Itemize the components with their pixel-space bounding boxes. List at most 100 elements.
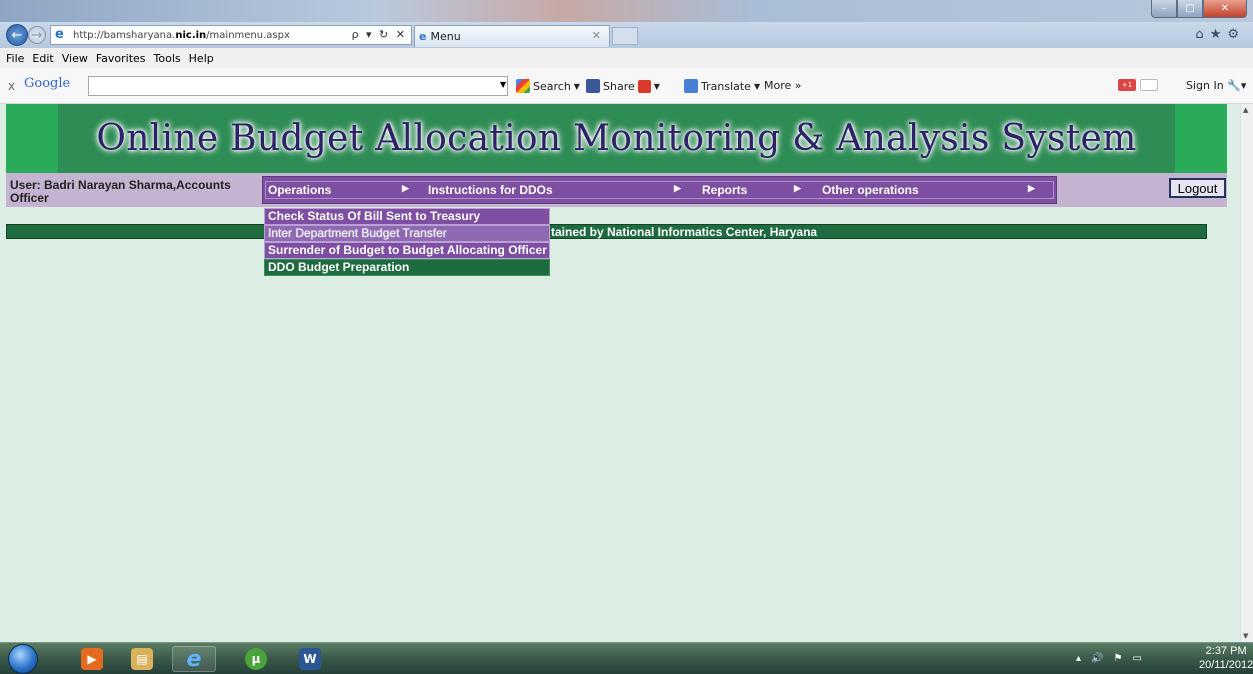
window-title-bar: – □ ✕ bbox=[0, 0, 1253, 22]
taskbar-word[interactable]: W bbox=[288, 646, 332, 672]
nav-reports[interactable]: Reports bbox=[702, 183, 747, 197]
page-content: Online Budget Allocation Monitoring & An… bbox=[0, 104, 1240, 642]
ie-page-icon: e bbox=[55, 27, 64, 42]
logout-button[interactable]: Logout bbox=[1169, 178, 1226, 198]
clock-date: 20/11/2012 bbox=[1199, 659, 1253, 671]
menu-help[interactable]: Help bbox=[189, 52, 214, 65]
forward-button[interactable]: → bbox=[28, 26, 46, 44]
dropdown-item-check-bill-status[interactable]: Check Status Of Bill Sent to Treasury bbox=[264, 208, 550, 225]
menu-tools[interactable]: Tools bbox=[154, 52, 181, 65]
toolbar-close-icon[interactable]: x bbox=[8, 79, 15, 93]
vertical-scrollbar[interactable]: ▲ ▼ bbox=[1240, 104, 1253, 642]
menu-view[interactable]: View bbox=[62, 52, 88, 65]
system-tray: ▴🔊⚑▭ bbox=[1076, 653, 1152, 664]
address-url[interactable]: http://bamsharyana.nic.in/mainmenu.aspx bbox=[73, 30, 290, 41]
translate-label: Translate bbox=[701, 79, 751, 93]
chevron-down-icon: ▼ bbox=[573, 81, 580, 91]
system-clock[interactable]: 2:37 PM 20/11/2012 bbox=[1199, 644, 1253, 672]
more-label: More » bbox=[764, 79, 802, 92]
triangle-right-icon: ▶ bbox=[1028, 183, 1035, 193]
dropdown-item-ddo-budget-preparation[interactable]: DDO Budget Preparation bbox=[264, 259, 550, 276]
address-tools-icon[interactable]: ρ ▾ ↻ ✕ bbox=[352, 28, 407, 41]
share-icon bbox=[586, 79, 600, 93]
nav-operations[interactable]: Operations bbox=[268, 183, 331, 197]
home-icon[interactable]: ⌂ bbox=[1195, 27, 1209, 42]
folder-icon: ▤ bbox=[131, 648, 153, 670]
wrench-icon[interactable]: 🔧▾ bbox=[1227, 79, 1246, 92]
url-prefix: http://bamsharyana. bbox=[73, 29, 176, 41]
operations-dropdown: Check Status Of Bill Sent to Treasury In… bbox=[264, 208, 550, 276]
word-icon: W bbox=[299, 648, 321, 670]
taskbar-explorer[interactable]: ▤ bbox=[120, 646, 164, 672]
url-suffix: /mainmenu.aspx bbox=[206, 29, 290, 41]
menu-bar: File Edit View Favorites Tools Help bbox=[0, 48, 1253, 68]
chevron-down-icon: ▼ bbox=[753, 81, 761, 91]
new-tab-button[interactable] bbox=[612, 27, 638, 45]
google-search-input[interactable] bbox=[88, 76, 508, 96]
dropdown-item-surrender-budget[interactable]: Surrender of Budget to Budget Allocating… bbox=[264, 242, 550, 259]
maximize-button[interactable]: □ bbox=[1177, 0, 1203, 18]
google-search-button[interactable]: Search ▼ bbox=[516, 79, 580, 93]
scroll-up-icon[interactable]: ▲ bbox=[1243, 106, 1248, 114]
taskbar-internet-explorer[interactable]: e bbox=[172, 646, 216, 672]
utorrent-icon: µ bbox=[245, 648, 267, 670]
show-hidden-icons-icon[interactable]: ▴ bbox=[1076, 653, 1091, 664]
clock-time: 2:37 PM bbox=[1205, 645, 1247, 657]
browser-tab-menu[interactable]: e Menu ✕ bbox=[414, 25, 610, 47]
taskbar: ▶ ▤ e µ W ▴🔊⚑▭ 2:37 PM 20/11/2012 bbox=[0, 642, 1253, 674]
main-nav-menu: Operations ▶ Instructions for DDOs ▶ Rep… bbox=[262, 176, 1057, 204]
chevron-down-icon[interactable]: ▼ bbox=[500, 80, 506, 89]
plus-one-button[interactable]: +1 bbox=[1118, 79, 1136, 91]
tab-close-icon[interactable]: ✕ bbox=[592, 29, 601, 42]
scroll-down-icon[interactable]: ▼ bbox=[1243, 632, 1248, 640]
network-icon[interactable]: ▭ bbox=[1132, 653, 1151, 664]
action-center-flag-icon[interactable]: ⚑ bbox=[1113, 653, 1132, 664]
internet-explorer-icon: e bbox=[186, 646, 202, 672]
tab-title: Menu bbox=[430, 30, 461, 43]
media-player-icon: ▶ bbox=[81, 648, 103, 670]
gear-icon[interactable]: ⚙ bbox=[1227, 27, 1245, 42]
page-title: Online Budget Allocation Monitoring & An… bbox=[96, 118, 1137, 159]
back-button[interactable]: ← bbox=[6, 24, 28, 46]
start-button[interactable] bbox=[8, 644, 38, 674]
address-bar[interactable]: e http://bamsharyana.nic.in/mainmenu.asp… bbox=[50, 25, 412, 45]
menu-edit[interactable]: Edit bbox=[32, 52, 53, 65]
share-button[interactable]: Share ▼ bbox=[586, 79, 660, 93]
window-controls: – □ ✕ bbox=[1151, 0, 1247, 18]
footer-bar: tained by National Informatics Center, H… bbox=[6, 224, 1207, 239]
nav-other-operations[interactable]: Other operations bbox=[822, 183, 919, 197]
address-bar-row: ← → e http://bamsharyana.nic.in/mainmenu… bbox=[0, 22, 1253, 48]
banner-inner: Online Budget Allocation Monitoring & An… bbox=[58, 104, 1175, 173]
user-info: User: Badri Narayan Sharma,Accounts Offi… bbox=[10, 179, 250, 205]
tab-ie-icon: e bbox=[419, 30, 427, 43]
search-label: Search bbox=[533, 79, 571, 93]
google-toolbar: x Google ▼ Search ▼ Share ▼ Translate ▼ Mo… bbox=[0, 68, 1253, 104]
volume-icon[interactable]: 🔊 bbox=[1091, 653, 1113, 664]
sign-in-label: Sign In bbox=[1186, 79, 1224, 92]
close-button[interactable]: ✕ bbox=[1203, 0, 1247, 18]
back-arrow-icon: ← bbox=[11, 27, 23, 43]
taskbar-utorrent[interactable]: µ bbox=[234, 646, 278, 672]
triangle-right-icon: ▶ bbox=[674, 183, 681, 193]
url-domain: nic.in bbox=[175, 29, 207, 41]
google-search-icon bbox=[516, 79, 530, 93]
forward-arrow-icon: → bbox=[31, 27, 43, 43]
translate-button[interactable]: Translate ▼ bbox=[684, 79, 760, 93]
share-label: Share bbox=[603, 79, 635, 93]
user-bar: User: Badri Narayan Sharma,Accounts Offi… bbox=[6, 173, 1227, 207]
footer-text: tained by National Informatics Center, H… bbox=[551, 225, 818, 239]
nav-instructions-for-ddos[interactable]: Instructions for DDOs bbox=[428, 183, 553, 197]
more-button[interactable]: More » bbox=[764, 79, 802, 92]
chevron-down-icon: ▼ bbox=[653, 81, 660, 91]
sign-in-button[interactable]: Sign In 🔧▾ bbox=[1186, 79, 1246, 92]
favorites-star-icon[interactable]: ★ bbox=[1210, 27, 1228, 42]
menu-file[interactable]: File bbox=[6, 52, 24, 65]
minimize-button[interactable]: – bbox=[1151, 0, 1177, 18]
site-banner: Online Budget Allocation Monitoring & An… bbox=[6, 104, 1227, 173]
user-name-line2: Officer bbox=[10, 191, 49, 205]
menu-favorites[interactable]: Favorites bbox=[96, 52, 146, 65]
toolbar-icons: ⌂★⚙ bbox=[1195, 27, 1245, 42]
plus-one-count bbox=[1140, 79, 1158, 91]
dropdown-item-inter-department-transfer[interactable]: Inter Department Budget Transfer bbox=[264, 225, 550, 242]
taskbar-media-player[interactable]: ▶ bbox=[70, 646, 114, 672]
